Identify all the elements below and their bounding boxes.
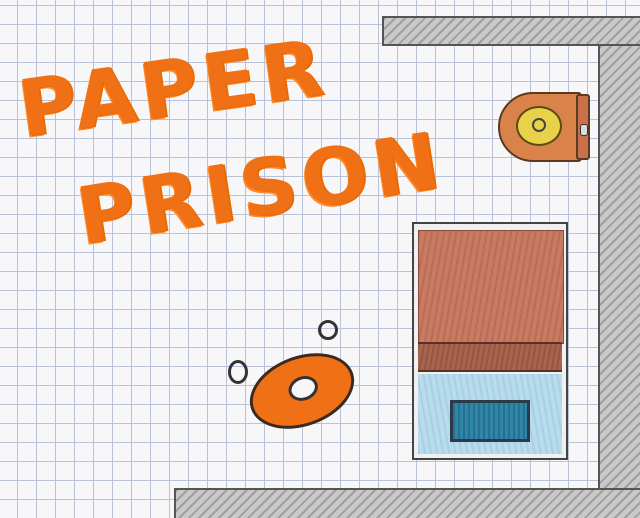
player-character[interactable] [239, 339, 365, 443]
wall-top [382, 16, 640, 46]
toilet[interactable] [498, 92, 594, 164]
bubble-icon [318, 320, 338, 340]
toilet-tank [576, 94, 590, 160]
toilet-seat [516, 106, 562, 146]
wall-right [598, 44, 640, 494]
toilet-handle-icon [580, 124, 588, 136]
game-scene: PAPER PRISON [0, 0, 640, 518]
toilet-bowl [498, 92, 582, 162]
toilet-hole [532, 118, 546, 132]
bed-pillow [450, 400, 530, 442]
title-paper-text: PAPER [13, 22, 334, 156]
bed-blanket [418, 230, 564, 344]
bubble-icon [228, 360, 248, 384]
bed[interactable] [412, 222, 568, 460]
title-line-prison: PRISON [71, 116, 451, 263]
player-hole [284, 372, 322, 405]
title-line-paper: PAPER [13, 23, 333, 155]
bed-blanket-fold [418, 342, 562, 372]
wall-bottom [174, 488, 640, 518]
